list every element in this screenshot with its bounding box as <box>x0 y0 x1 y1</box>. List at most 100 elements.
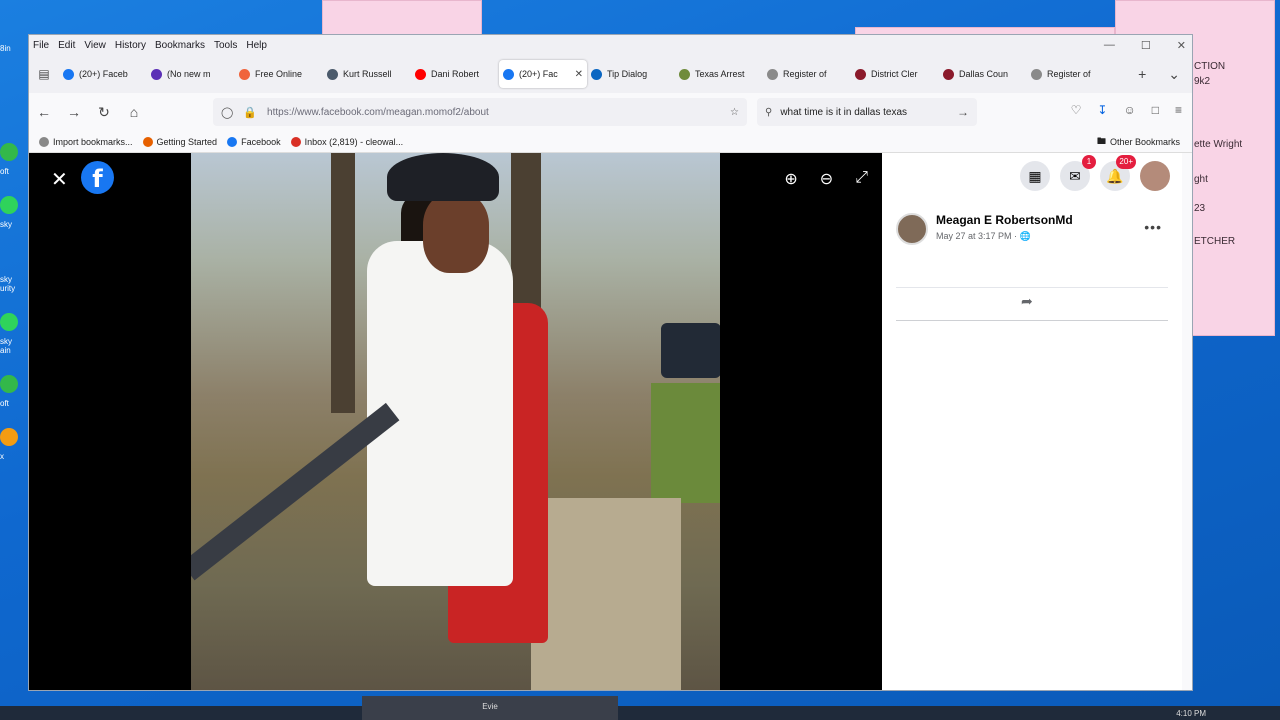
search-bar[interactable]: ⚲ what time is it in dallas texas → <box>757 98 977 126</box>
taskbar-clock[interactable]: 4:10 PM <box>1176 709 1206 718</box>
post-author[interactable]: Meagan E RobertsonMd <box>936 213 1073 227</box>
pocket-icon[interactable]: ♡ <box>1071 103 1082 117</box>
url-bar[interactable]: ◯ 🔒 https://www.facebook.com/meagan.momo… <box>213 98 747 126</box>
downloads-icon[interactable]: ↧ <box>1097 103 1107 117</box>
extensions-icon[interactable]: □ <box>1152 103 1159 117</box>
bookmark-label: Getting Started <box>156 136 218 147</box>
close-window-icon[interactable]: ✕ <box>1177 39 1186 52</box>
share-icon[interactable]: ➦ <box>1021 293 1033 310</box>
tab-11[interactable]: Register of <box>1027 60 1115 88</box>
lock-icon[interactable]: 🔒 <box>243 106 257 119</box>
tab-label: (20+) Faceb <box>79 69 128 79</box>
notifications-bell-icon[interactable]: 🔔 20+ <box>1100 155 1136 191</box>
tab-4[interactable]: Dani Robert <box>411 60 499 88</box>
navigation-bar: ← → ↻ ⌂ ◯ 🔒 https://www.facebook.com/mea… <box>29 93 1192 131</box>
menu-file[interactable]: File <box>33 40 49 51</box>
folder-icon: 🖿 <box>1096 135 1106 146</box>
search-go-icon[interactable]: → <box>957 105 969 119</box>
note-line: ght <box>1194 174 1208 185</box>
search-icon: ⚲ <box>765 106 773 118</box>
other-bookmarks-label[interactable]: Other Bookmarks <box>1110 137 1180 147</box>
desktop-icon-label[interactable]: oft <box>0 167 22 176</box>
bookmark-star-icon[interactable]: ☆ <box>730 107 739 118</box>
reload-icon[interactable]: ↻ <box>89 104 119 121</box>
fullscreen-icon[interactable]: ⤢ <box>855 169 868 189</box>
tab-close-icon[interactable]: ✕ <box>575 69 583 80</box>
taskbar-window-preview[interactable]: Evie <box>362 696 618 720</box>
forward-icon[interactable]: → <box>59 104 89 120</box>
close-icon[interactable]: ✕ <box>51 167 68 192</box>
bookmark-item[interactable]: Getting Started <box>142 136 218 147</box>
tab-label: Register of <box>1047 69 1091 79</box>
bookmark-list: Import bookmarks... Getting Started Facebo… <box>39 136 413 147</box>
shield-icon[interactable]: ◯ <box>221 106 233 119</box>
maximize-icon[interactable]: ☐ <box>1141 39 1151 52</box>
zoom-in-icon[interactable]: ⊕ <box>784 169 797 189</box>
new-tab-icon[interactable]: + <box>1138 66 1146 83</box>
app-icon[interactable] <box>0 143 18 161</box>
tab-2[interactable]: Free Online <box>235 60 323 88</box>
desktop-icon-label[interactable]: oft <box>0 399 22 408</box>
desktop-icon-label[interactable]: sky <box>0 220 22 229</box>
menu-bookmarks[interactable]: Bookmarks <box>155 40 205 51</box>
messenger-badge: 1 <box>1082 155 1096 169</box>
app-icon[interactable] <box>0 313 18 331</box>
search-query[interactable]: what time is it in dallas texas <box>780 107 907 118</box>
tab-3[interactable]: Kurt Russell <box>323 60 411 88</box>
bookmark-item[interactable]: Import bookmarks... <box>39 136 133 147</box>
more-options-icon[interactable]: ••• <box>1144 219 1162 235</box>
tab-0[interactable]: (20+) Faceb <box>59 60 147 88</box>
post-sidebar: ▦ ✉ 1 🔔 20+ Meagan E RobertsonMd May 27 … <box>882 153 1182 690</box>
tab-9[interactable]: District Cler <box>851 60 939 88</box>
browser-window: File Edit View History Bookmarks Tools H… <box>28 34 1193 691</box>
bookmark-favicon-icon <box>142 136 153 147</box>
chevron-down-icon[interactable]: ⌄ <box>1168 66 1180 83</box>
other-bookmarks[interactable]: 🖿 Other Bookmarks <box>1097 134 1180 150</box>
tab-5[interactable]: (20+) Fac ✕ <box>499 60 587 88</box>
bookmark-item[interactable]: Facebook <box>227 136 281 147</box>
desktop-icon-label[interactable]: sky urity <box>0 275 22 293</box>
menu-view[interactable]: View <box>84 40 106 51</box>
app-icon[interactable] <box>0 428 18 446</box>
profile-avatar[interactable] <box>1140 161 1170 191</box>
menu-hamburger-icon[interactable]: ≡ <box>1175 103 1182 117</box>
url-text[interactable]: https://www.facebook.com/meagan.momof2/a… <box>267 107 489 118</box>
tab-1[interactable]: (No new m <box>147 60 235 88</box>
menu-tools[interactable]: Tools <box>214 40 237 51</box>
tab-label: (20+) Fac <box>519 69 558 79</box>
menu-history[interactable]: History <box>115 40 146 51</box>
menu-edit[interactable]: Edit <box>58 40 75 51</box>
photo[interactable] <box>191 153 720 690</box>
note-line: 23 <box>1194 203 1206 214</box>
app-icon[interactable] <box>0 375 18 393</box>
avatar[interactable] <box>896 213 928 245</box>
desktop-icon-label[interactable]: x <box>0 452 22 461</box>
tree-trunk <box>331 153 355 413</box>
minimize-icon[interactable]: — <box>1104 39 1115 52</box>
tab-10[interactable]: Dallas Coun <box>939 60 1027 88</box>
desktop-icon-label[interactable]: sky ain <box>0 337 22 355</box>
bookmark-item[interactable]: Inbox (2,819) - cleowal... <box>290 136 403 147</box>
zoom-out-icon[interactable]: ⊖ <box>820 169 833 189</box>
post-timestamp[interactable]: May 27 at 3:17 PM · 🌐 <box>936 231 1073 242</box>
account-icon[interactable]: ☺ <box>1123 103 1135 117</box>
home-icon[interactable]: ⌂ <box>119 104 149 120</box>
photo-viewer: ✕ f ⊕ ⊖ ⤢ <box>29 153 882 690</box>
menu-grid-icon[interactable]: ▦ <box>1020 161 1050 191</box>
tab-7[interactable]: Texas Arrest <box>675 60 763 88</box>
bookmark-label: Facebook <box>241 136 281 147</box>
facebook-logo-icon[interactable]: f <box>81 161 114 194</box>
tab-favicon-icon <box>63 68 74 80</box>
app-icon[interactable] <box>0 196 18 214</box>
tab-list-icon[interactable]: ▤ <box>29 67 59 81</box>
messenger-icon[interactable]: ✉ 1 <box>1060 155 1096 191</box>
post-meta: Meagan E RobertsonMd May 27 at 3:17 PM ·… <box>936 213 1073 245</box>
person-head <box>423 193 489 273</box>
menu-help[interactable]: Help <box>246 40 267 51</box>
tab-8[interactable]: Register of <box>763 60 851 88</box>
tab-label: Dallas Coun <box>959 69 1009 79</box>
desktop-icon-label[interactable]: 8in <box>0 44 22 53</box>
tab-6[interactable]: Tip Dialog <box>587 60 675 88</box>
back-icon[interactable]: ← <box>29 104 59 120</box>
grass <box>651 383 720 503</box>
